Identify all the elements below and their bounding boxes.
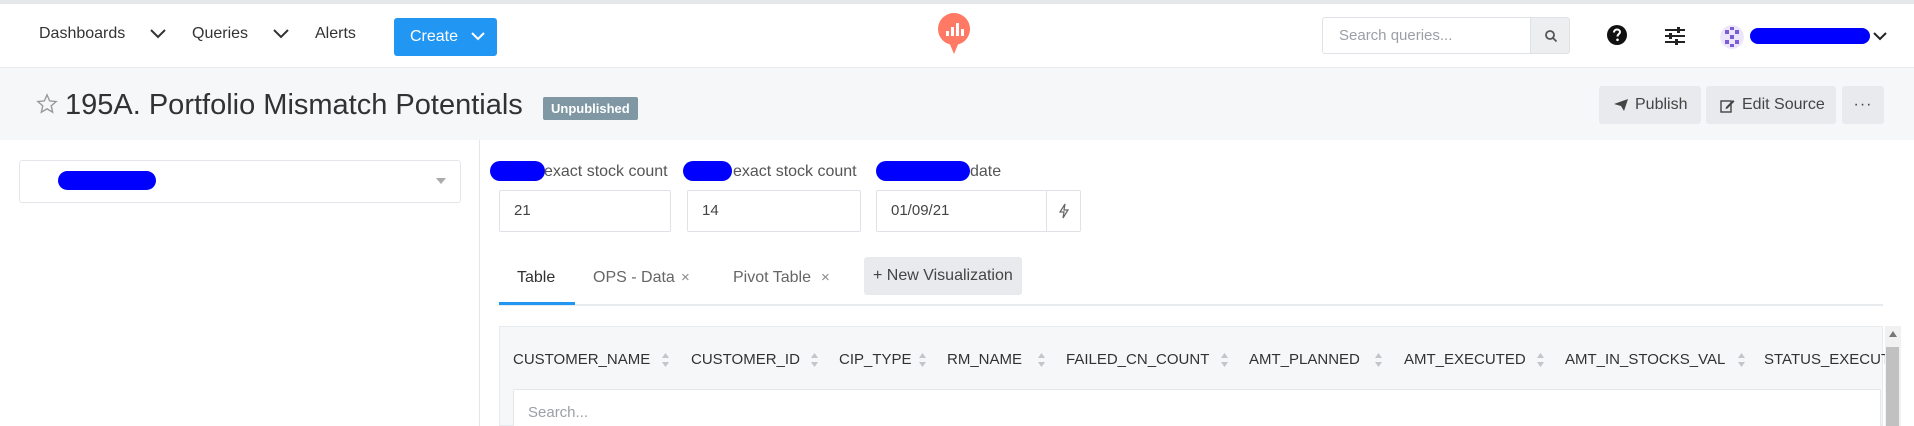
edit-source-label: Edit Source	[1742, 96, 1825, 113]
sort-icon[interactable]	[1037, 352, 1046, 368]
help-icon[interactable]	[1606, 24, 1628, 46]
tab-ops-data[interactable]: OPS - Data	[593, 269, 675, 287]
param-input[interactable]: 21	[499, 190, 671, 232]
data-source-redacted	[58, 171, 156, 190]
sort-icon[interactable]	[1737, 352, 1746, 368]
nav-alerts[interactable]: Alerts	[315, 25, 356, 43]
lightning-icon	[1058, 203, 1070, 219]
chevron-down-icon[interactable]	[1872, 31, 1888, 42]
tab-table[interactable]: Table	[517, 269, 555, 287]
sort-icon[interactable]	[661, 352, 670, 368]
table-search-input[interactable]: Search...	[513, 389, 1881, 426]
settings-sliders-icon[interactable]	[1664, 26, 1686, 46]
new-visualization-button[interactable]: + New Visualization	[864, 257, 1022, 295]
avatar-icon[interactable]	[1720, 25, 1744, 49]
edit-icon	[1720, 100, 1735, 113]
create-button-label: Create	[410, 28, 459, 45]
sort-icon[interactable]	[810, 352, 819, 368]
param-label-redacted	[876, 161, 970, 181]
param-label: exact stock count	[733, 163, 857, 180]
send-icon	[1614, 99, 1628, 111]
chevron-down-icon	[471, 32, 485, 41]
more-options-button[interactable]: ···	[1842, 86, 1884, 124]
sort-icon[interactable]	[1536, 352, 1545, 368]
column-header[interactable]: FAILED_CN_COUNT	[1066, 351, 1209, 368]
star-icon[interactable]	[36, 93, 58, 115]
nav-queries[interactable]: Queries	[192, 25, 248, 43]
search-icon	[1545, 30, 1558, 43]
search-input[interactable]: Search queries...	[1322, 17, 1532, 54]
chevron-down-icon[interactable]	[272, 28, 290, 40]
column-header[interactable]: AMT_EXECUTED	[1404, 351, 1526, 368]
column-header[interactable]: AMT_PLANNED	[1249, 351, 1360, 368]
column-header[interactable]: STATUS_EXECUT	[1764, 351, 1890, 368]
scroll-up-icon[interactable]	[1889, 331, 1897, 337]
search-button[interactable]	[1530, 17, 1570, 54]
visualization-tabs	[499, 256, 1883, 306]
param-label: date	[970, 163, 1002, 180]
dynamic-date-button[interactable]	[1046, 191, 1080, 231]
active-tab-indicator	[499, 302, 575, 305]
publish-button[interactable]: Publish	[1599, 86, 1701, 124]
sort-icon[interactable]	[1374, 352, 1383, 368]
create-button[interactable]: Create	[394, 18, 497, 56]
edit-source-button[interactable]: Edit Source	[1706, 86, 1836, 124]
chevron-down-icon[interactable]	[149, 28, 167, 40]
param-input[interactable]: 14	[687, 190, 861, 232]
tab-pivot-table[interactable]: Pivot Table	[733, 269, 811, 287]
column-header[interactable]: AMT_IN_STOCKS_VAL	[1565, 351, 1725, 368]
sort-icon[interactable]	[918, 352, 927, 368]
close-icon[interactable]: ×	[681, 269, 690, 286]
logo-icon[interactable]	[937, 12, 971, 56]
scrollbar-thumb[interactable]	[1886, 347, 1899, 426]
column-header[interactable]: RM_NAME	[947, 351, 1022, 368]
sort-icon[interactable]	[1220, 352, 1229, 368]
status-badge: Unpublished	[543, 97, 638, 120]
page-title[interactable]: 195A. Portfolio Mismatch Potentials	[65, 89, 523, 122]
publish-label: Publish	[1635, 96, 1688, 113]
column-header[interactable]: CUSTOMER_ID	[691, 351, 800, 368]
username-redacted[interactable]	[1750, 28, 1870, 44]
nav-dashboards[interactable]: Dashboards	[39, 25, 125, 43]
param-label-redacted	[490, 161, 545, 181]
caret-down-icon[interactable]	[436, 178, 446, 184]
column-header[interactable]: CIP_TYPE	[839, 351, 912, 368]
column-header[interactable]: CUSTOMER_NAME	[513, 351, 650, 368]
param-label-redacted	[683, 161, 732, 181]
param-label: exact stock count	[544, 163, 668, 180]
close-icon[interactable]: ×	[821, 269, 830, 286]
